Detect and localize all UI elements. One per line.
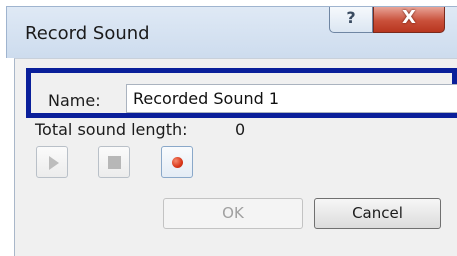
play-icon — [49, 156, 59, 170]
title-bar[interactable]: Record Sound ? X — [6, 6, 457, 58]
name-row-highlight: Name: — [26, 68, 457, 118]
close-button[interactable]: X — [373, 7, 445, 33]
total-length-label: Total sound length: — [35, 120, 188, 139]
cancel-button[interactable]: Cancel — [314, 198, 441, 229]
dialog-body: Name: Total sound length: 0 OK Cancel — [14, 58, 457, 256]
help-button[interactable]: ? — [329, 7, 373, 33]
record-button[interactable] — [161, 146, 193, 178]
total-length-value: 0 — [235, 120, 246, 139]
stop-button[interactable] — [98, 146, 130, 178]
name-label: Name: — [48, 91, 101, 110]
help-icon: ? — [346, 8, 356, 27]
name-input[interactable] — [126, 84, 457, 113]
stop-icon — [108, 156, 121, 169]
ok-button[interactable]: OK — [163, 198, 303, 229]
play-button[interactable] — [36, 146, 68, 178]
dialog-title: Record Sound — [25, 23, 150, 44]
close-icon: X — [402, 7, 416, 28]
record-sound-dialog: Record Sound ? X Name: Total sound lengt… — [0, 0, 457, 256]
record-icon — [172, 157, 183, 168]
